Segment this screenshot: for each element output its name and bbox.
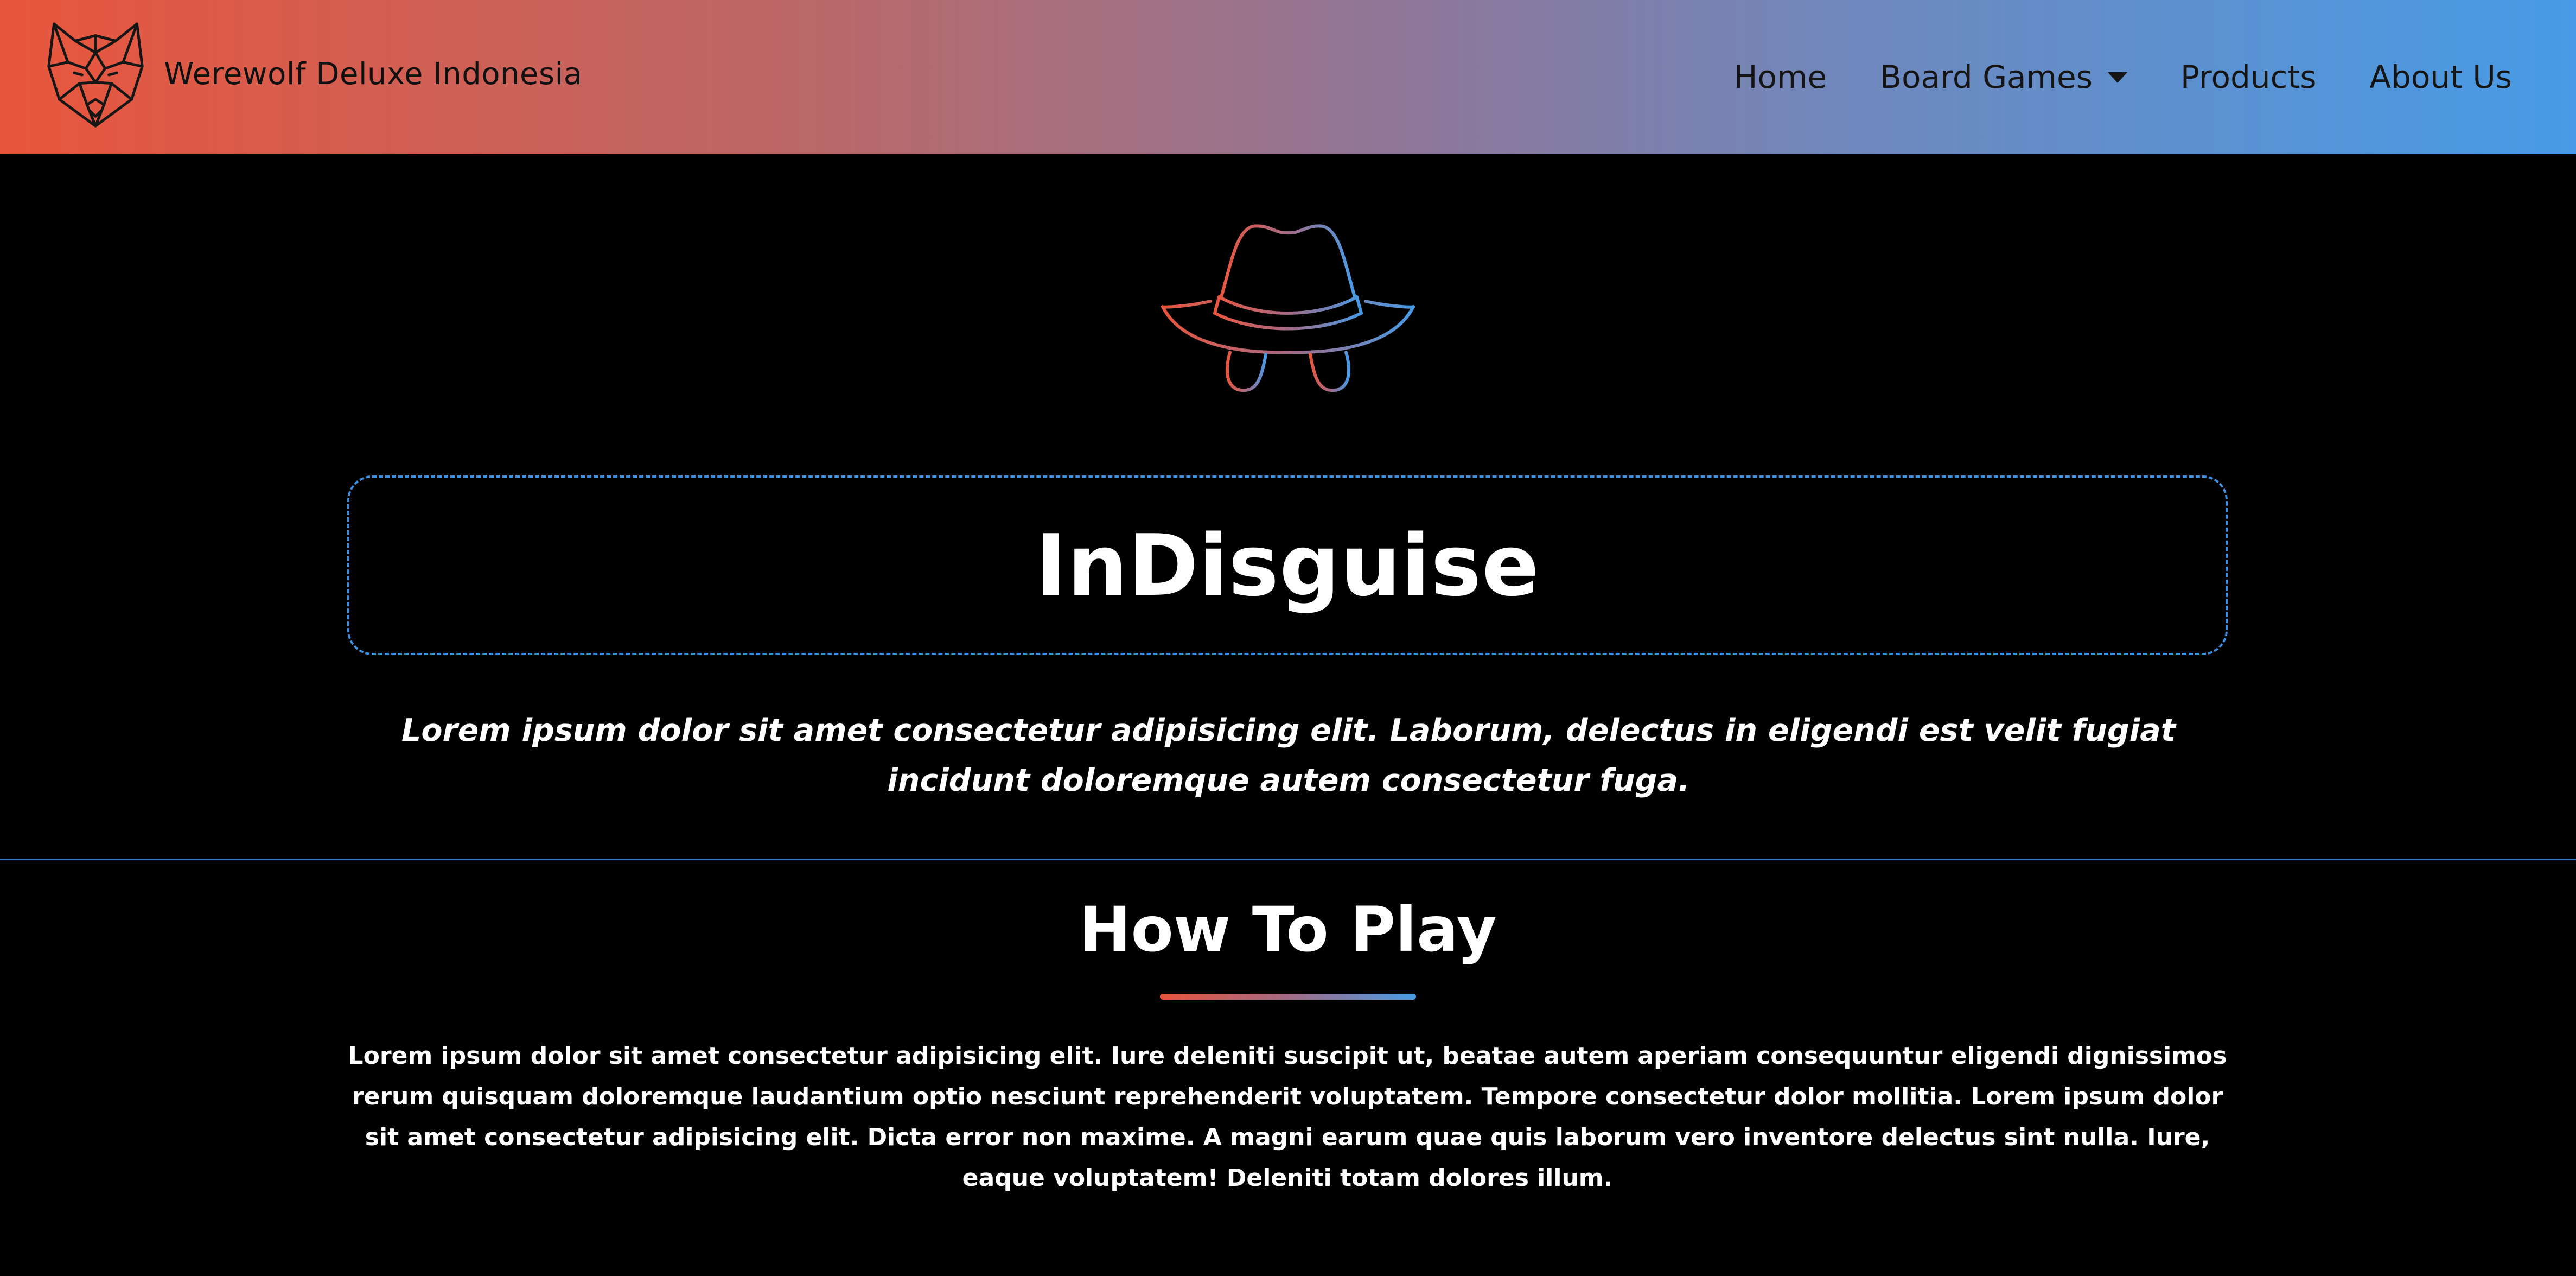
nav-links: Home Board Games Products About Us: [1681, 0, 2512, 154]
nav-home-label: Home: [1733, 59, 1827, 96]
brand-link[interactable]: Werewolf Deluxe Indonesia: [42, 18, 583, 132]
brand-name: Werewolf Deluxe Indonesia: [164, 56, 583, 92]
game-title-box: InDisguise: [347, 475, 2228, 655]
game-title: InDisguise: [1035, 516, 1540, 615]
game-tagline: Lorem ipsum dolor sit amet consectetur a…: [401, 713, 2176, 798]
nav-about-us-link[interactable]: About Us: [2369, 59, 2512, 96]
how-to-play-text: Lorem ipsum dolor sit amet consectetur a…: [348, 1042, 2227, 1192]
nav-about-us-label: About Us: [2369, 59, 2512, 96]
heading-underline: [1160, 994, 1416, 1000]
nav-products-label: Products: [2180, 59, 2317, 96]
nav-products-link[interactable]: Products: [2180, 59, 2316, 96]
wolf-logo-icon: [47, 22, 144, 128]
navbar: Werewolf Deluxe Indonesia Home Board Gam…: [0, 0, 2576, 154]
nav-home-link[interactable]: Home: [1734, 59, 1827, 96]
hat-spy-icon: [1161, 224, 1415, 392]
nav-board-games-dropdown[interactable]: Board Games: [1880, 59, 2127, 96]
section-divider: [0, 859, 2576, 860]
caret-down-icon: [2107, 72, 2127, 83]
nav-board-games-label: Board Games: [1880, 59, 2093, 96]
how-to-play-heading: How To Play: [1079, 893, 1497, 966]
